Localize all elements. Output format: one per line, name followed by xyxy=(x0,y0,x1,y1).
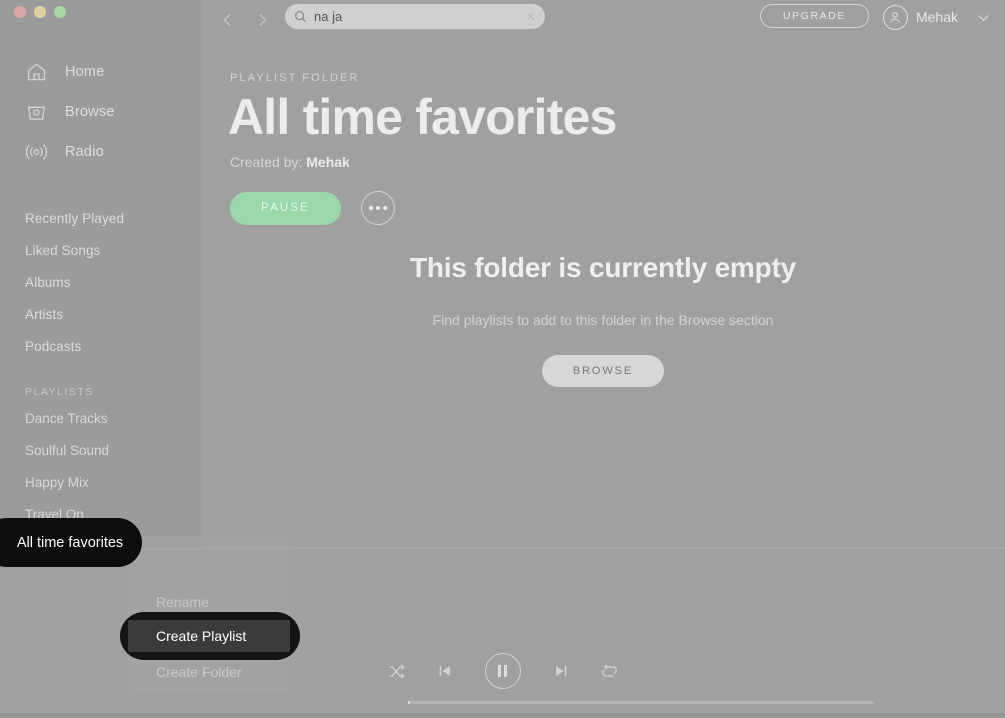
radio-icon xyxy=(25,141,47,163)
sidebar-item-podcasts[interactable]: Podcasts xyxy=(0,330,201,362)
window-bottom-edge xyxy=(0,713,1005,718)
sidebar-library-nav: Recently Played Liked Songs Albums Artis… xyxy=(0,202,201,362)
sidebar-item-recently-played[interactable]: Recently Played xyxy=(0,202,201,234)
sidebar-item-albums[interactable]: Albums xyxy=(0,266,201,298)
dot xyxy=(369,206,373,210)
clear-icon[interactable] xyxy=(525,11,536,22)
more-options-icon[interactable] xyxy=(361,191,395,225)
zoom-window-button[interactable] xyxy=(54,6,66,18)
close-window-button[interactable] xyxy=(14,6,26,18)
search-input[interactable]: na ja xyxy=(285,4,545,29)
home-icon xyxy=(25,61,47,83)
shuffle-icon[interactable] xyxy=(388,663,405,680)
main-content: PLAYLIST FOLDER All time favorites Creat… xyxy=(201,40,1005,548)
user-avatar-icon xyxy=(882,4,908,30)
sidebar-item-liked-songs[interactable]: Liked Songs xyxy=(0,234,201,266)
browse-button[interactable]: BROWSE xyxy=(542,355,664,387)
pause-bar xyxy=(504,665,507,677)
user-name-label: Mehak xyxy=(915,9,958,25)
search-icon xyxy=(294,10,307,23)
sidebar-item-browse[interactable]: Browse xyxy=(0,92,201,132)
previous-track-icon[interactable] xyxy=(437,663,453,679)
page-title: All time favorites xyxy=(228,89,617,145)
context-menu-item-create-playlist[interactable]: Create Playlist xyxy=(128,620,290,652)
chevron-down-icon[interactable] xyxy=(976,10,991,25)
dot xyxy=(383,206,387,210)
sidebar-item-home[interactable]: Home xyxy=(0,52,201,92)
playback-progress-fill xyxy=(408,701,410,704)
sidebar-item-label: Artists xyxy=(25,306,64,322)
playlists-section-heading: PLAYLISTS xyxy=(25,386,94,398)
playlist-tooltip: All time favorites xyxy=(0,518,142,567)
pause-bar xyxy=(498,665,501,677)
forward-button[interactable] xyxy=(248,6,276,34)
sidebar-playlist-label: Happy Mix xyxy=(25,474,89,490)
sidebar-item-label: Radio xyxy=(65,144,104,160)
sidebar-item-label: Liked Songs xyxy=(25,242,101,258)
empty-state-subtitle: Find playlists to add to this folder in … xyxy=(432,312,774,328)
user-menu[interactable]: Mehak xyxy=(882,4,991,30)
sidebar-playlist-soulful-sound[interactable]: Soulful Sound xyxy=(0,434,201,466)
sidebar-item-artists[interactable]: Artists xyxy=(0,298,201,330)
sidebar-item-label: Browse xyxy=(65,104,115,120)
pause-button[interactable]: PAUSE xyxy=(230,191,341,225)
sidebar-item-label: Recently Played xyxy=(25,210,125,226)
pause-icon[interactable] xyxy=(484,653,521,689)
playlist-tooltip-label: All time favorites xyxy=(16,534,124,551)
sidebar-primary-nav: Home Browse Radio xyxy=(0,52,201,172)
dot xyxy=(376,206,380,210)
created-by-name: Mehak xyxy=(306,154,350,170)
browse-icon xyxy=(25,101,47,123)
upgrade-button[interactable]: UPGRADE xyxy=(759,4,869,28)
playback-progress-bar[interactable] xyxy=(408,701,874,704)
empty-state: This folder is currently empty Find play… xyxy=(201,252,1005,387)
repeat-icon[interactable] xyxy=(601,663,618,680)
app-window: Home Browse Radio Recently Played Liked … xyxy=(0,0,1005,718)
next-track-icon[interactable] xyxy=(553,663,569,679)
folder-actions: PAUSE xyxy=(230,191,395,225)
sidebar-item-radio[interactable]: Radio xyxy=(0,132,201,172)
created-by: Created by: Mehak xyxy=(230,154,350,170)
sidebar-item-label: Podcasts xyxy=(25,338,82,354)
sidebar-playlist-label: Soulful Sound xyxy=(25,442,110,458)
search-query-text: na ja xyxy=(314,9,343,24)
chevron-right-icon xyxy=(254,12,270,28)
context-menu-item-blank[interactable] xyxy=(128,550,290,582)
sidebar-item-label: Home xyxy=(65,64,105,80)
chevron-left-icon xyxy=(220,12,236,28)
sidebar-playlist-happy-mix[interactable]: Happy Mix xyxy=(0,466,201,498)
created-by-prefix: Created by: xyxy=(230,154,307,170)
sidebar-playlist-dance-tracks[interactable]: Dance Tracks xyxy=(0,402,201,434)
context-menu-item-create-folder[interactable]: Create Folder xyxy=(128,656,290,688)
back-button[interactable] xyxy=(214,6,242,34)
window-traffic-lights xyxy=(14,6,66,18)
sidebar-playlist-label: Dance Tracks xyxy=(25,410,108,426)
minimize-window-button[interactable] xyxy=(34,6,46,18)
sidebar-item-label: Albums xyxy=(25,274,71,290)
page-kicker: PLAYLIST FOLDER xyxy=(230,72,360,84)
empty-state-title: This folder is currently empty xyxy=(409,252,797,283)
top-bar: na ja UPGRADE Mehak xyxy=(201,0,1005,40)
